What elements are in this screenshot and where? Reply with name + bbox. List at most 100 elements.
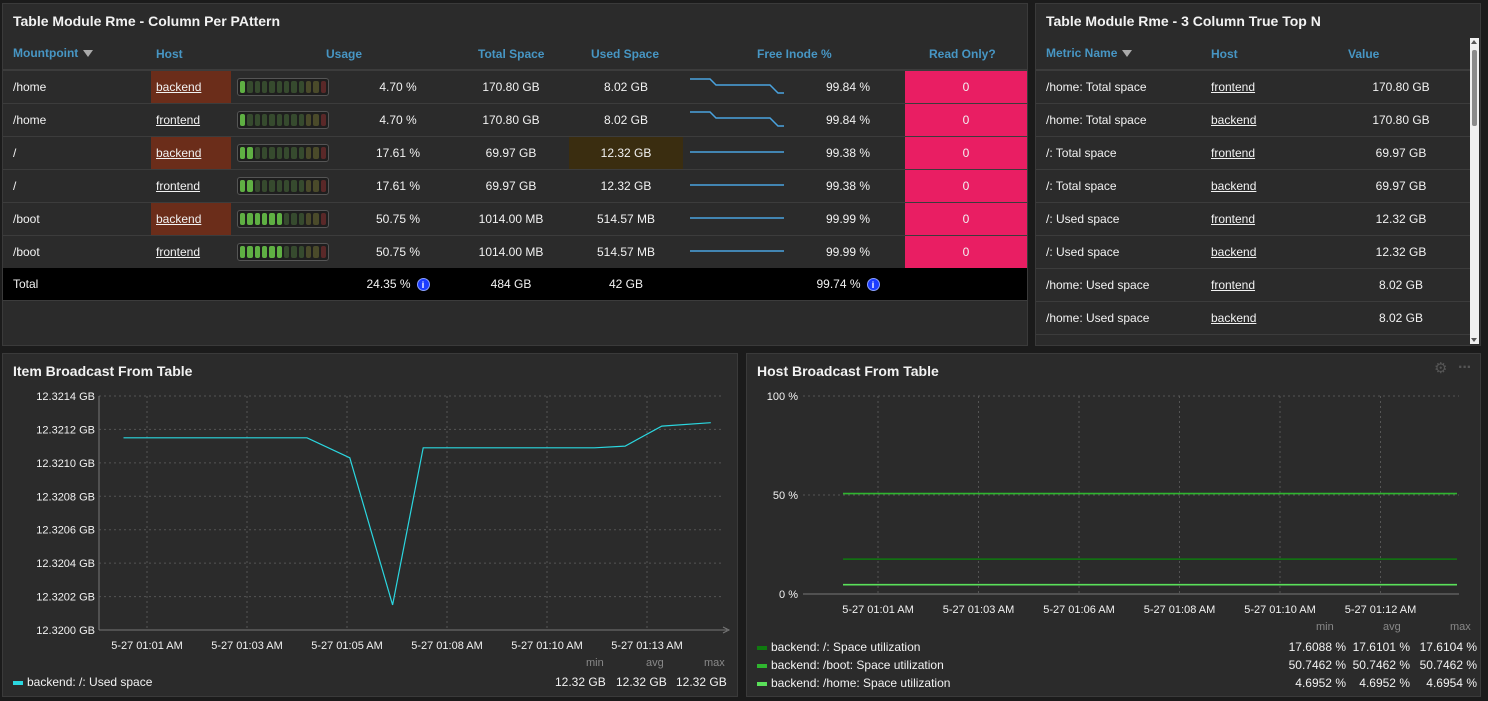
header-free-inode[interactable]: Free Inode %: [757, 47, 832, 61]
gauge-segment: [320, 114, 326, 126]
legend-item[interactable]: backend: /boot: Space utilization 50.746…: [757, 658, 1477, 672]
total-usage: 24.35 % i: [333, 268, 463, 300]
usage-gauge: [237, 78, 329, 96]
table-row: /: Used space backend 12.32 GB: [1036, 236, 1470, 269]
read-only-cell: 0: [905, 137, 1027, 169]
mountpoint-cell: /home: [13, 80, 47, 94]
mountpoint-cell: /boot: [13, 245, 40, 259]
host-link[interactable]: frontend: [1211, 80, 1255, 94]
header-host[interactable]: Host: [156, 47, 183, 61]
host-link[interactable]: backend: [156, 80, 201, 94]
header-used-space[interactable]: Used Space: [591, 47, 659, 61]
value-cell: 69.97 GB: [1375, 146, 1427, 160]
gauge-segment: [305, 213, 312, 225]
host-link[interactable]: backend: [156, 212, 201, 226]
usage-cell: 4.70 %: [379, 80, 417, 94]
host-cell: backend: [151, 137, 231, 169]
gauge-segment: [298, 147, 304, 159]
gauge-segment: [298, 180, 304, 192]
legend-item[interactable]: backend: /: Used space 12.32 GB 12.32 GB…: [13, 675, 733, 689]
legend-swatch: [757, 663, 767, 668]
table-row: / backend 17.61 % 69.97 GB 12.32 GB 99.3…: [3, 137, 1027, 170]
chart-panel-item-broadcast: Item Broadcast From Table 12.3214 GB 12.3…: [2, 353, 738, 697]
header-read-only[interactable]: Read Only?: [929, 47, 996, 61]
host-link[interactable]: frontend: [156, 179, 200, 193]
scrollbar[interactable]: [1470, 38, 1479, 344]
gauge-segment: [313, 147, 319, 159]
usage-cell: 17.61 %: [375, 179, 421, 193]
mountpoint-cell: /: [13, 146, 17, 160]
table-row: /: Total space frontend 69.97 GB: [1036, 137, 1470, 170]
host-link[interactable]: backend: [1211, 311, 1256, 325]
gauge-segment: [291, 147, 297, 159]
free-inode-cell: 99.38 %: [825, 179, 871, 193]
host-link[interactable]: backend: [156, 146, 201, 160]
gauge-segment: [269, 180, 275, 192]
total-inode: 99.74 % i: [783, 268, 913, 300]
used-space-cell: 8.02 GB: [603, 80, 649, 94]
info-icon[interactable]: i: [416, 278, 430, 292]
gauge-segment: [305, 147, 312, 159]
host-link[interactable]: frontend: [1211, 278, 1255, 292]
metric-name-cell: /: Total space: [1046, 146, 1117, 160]
total-space-cell: 170.80 GB: [482, 80, 540, 94]
host-cell: frontend: [151, 170, 231, 202]
item-broadcast-chart: 12.3214 GB 12.3212 GB 12.3210 GB 12.3208 GB…: [36, 391, 731, 652]
free-inode-cell: 99.84 %: [825, 113, 871, 127]
gauge-segment: [313, 246, 319, 258]
y-tick-label: 12.3212 GB: [36, 424, 95, 436]
header-total-space[interactable]: Total Space: [478, 47, 544, 61]
host-link[interactable]: frontend: [1211, 212, 1255, 226]
gauge-segment: [283, 147, 290, 159]
host-link[interactable]: backend: [1211, 179, 1256, 193]
gauge-segment: [261, 180, 268, 192]
gauge-segment: [247, 246, 253, 258]
used-space-cell: 12.32 GB: [600, 179, 652, 193]
host-cell: frontend: [1211, 137, 1255, 169]
filter-icon[interactable]: [83, 50, 94, 58]
scrollbar-thumb[interactable]: [1472, 50, 1477, 126]
inode-sparkline: [690, 217, 784, 219]
usage-cell: 17.61 %: [375, 146, 421, 160]
gauge-segment: [298, 81, 304, 93]
gauge-segment: [261, 213, 268, 225]
value-cell: 170.80 GB: [1372, 113, 1430, 127]
host-link[interactable]: frontend: [1211, 146, 1255, 160]
chart-panel-host-broadcast: Host Broadcast From Table ⚙ ··· 100 % 50 …: [746, 353, 1481, 697]
table-row: /home: Used space backend 8.02 GB: [1036, 302, 1470, 335]
total-label: Total: [13, 277, 39, 291]
x-tick-label: 5-27 01:10 AM: [511, 640, 583, 652]
gauge-segment: [298, 114, 304, 126]
gauge-segment: [320, 147, 326, 159]
table-row: /home: Used space frontend 8.02 GB: [1036, 269, 1470, 302]
legend-min: 17.6088 %: [1288, 640, 1346, 654]
gauge-segment: [240, 147, 246, 159]
header-mountpoint[interactable]: Mountpoint: [13, 46, 94, 60]
legend-item[interactable]: backend: /home: Space utilization 4.6952…: [757, 676, 1477, 690]
gauge-segment: [254, 213, 260, 225]
table-panel-column-per-pattern: Table Module Rme - Column Per PAttern Mo…: [2, 3, 1028, 346]
host-link[interactable]: backend: [1211, 245, 1256, 259]
gauge-segment: [269, 81, 275, 93]
y-tick-label: 0 %: [779, 589, 798, 601]
total-space-cell: 1014.00 MB: [478, 245, 544, 259]
scroll-down-arrow-icon[interactable]: [1471, 338, 1477, 342]
x-tick-label: 5-27 01:08 AM: [411, 640, 483, 652]
gauge-segment: [276, 213, 282, 225]
x-tick-label: 5-27 01:06 AM: [1043, 604, 1115, 616]
host-link[interactable]: backend: [1211, 113, 1256, 127]
gauge-segment: [291, 246, 297, 258]
host-link[interactable]: frontend: [156, 113, 200, 127]
usage-cell: 50.75 %: [375, 245, 421, 259]
table-row: /home: Total space frontend 170.80 GB: [1036, 71, 1470, 104]
gauge-segment: [240, 81, 246, 93]
scroll-up-arrow-icon[interactable]: [1471, 40, 1477, 44]
header-usage[interactable]: Usage: [326, 47, 362, 61]
legend-item[interactable]: backend: /: Space utilization 17.6088 % …: [757, 640, 1477, 654]
info-icon[interactable]: i: [866, 278, 880, 292]
read-only-cell: 0: [905, 71, 1027, 103]
table-row: /: Total space backend 69.97 GB: [1036, 170, 1470, 203]
gauge-segment: [283, 114, 290, 126]
host-link[interactable]: frontend: [156, 245, 200, 259]
usage-cell: 50.75 %: [375, 212, 421, 226]
